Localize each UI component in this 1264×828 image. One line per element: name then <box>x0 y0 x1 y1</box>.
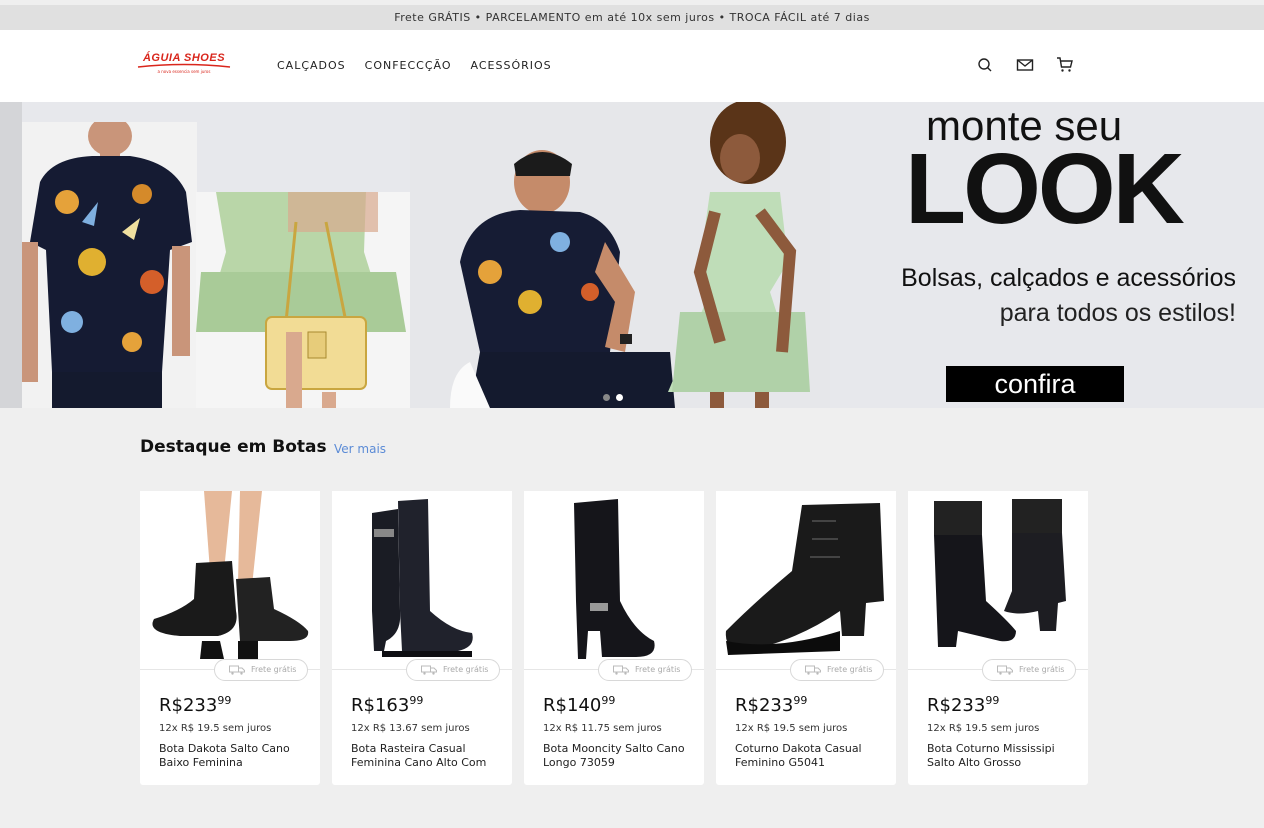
price-main: R$233 <box>159 695 218 716</box>
free-shipping-badge: Frete grátis <box>406 659 500 681</box>
product-price: R$16399 <box>351 694 424 716</box>
promo-bar: Frete GRÁTIS • PARCELAMENTO em até 10x s… <box>0 5 1264 30</box>
truck-icon <box>229 665 245 675</box>
boot-photo-2 <box>332 491 512 669</box>
man-floral-shirt-photo <box>22 122 197 408</box>
product-price: R$23399 <box>159 694 232 716</box>
site-header: ÁGUIA SHOES a nova essencia sem juros CA… <box>0 30 1264 102</box>
installments: 12x R$ 11.75 sem juros <box>543 723 662 734</box>
product-name[interactable]: Bota Coturno Mississipi Salto Alto Gross… <box>927 742 1077 770</box>
installments: 12x R$ 19.5 sem juros <box>735 723 848 734</box>
free-shipping-badge: Frete grátis <box>214 659 308 681</box>
truck-icon <box>421 665 437 675</box>
ver-mais-link[interactable]: Ver mais <box>334 442 386 456</box>
hero-banner[interactable]: monte seu LOOK Bolsas, calçados e acessó… <box>0 102 1264 408</box>
nav-item-calcados[interactable]: CALÇADOS <box>277 59 346 72</box>
hero-cta-button[interactable]: confira <box>946 366 1124 402</box>
product-image[interactable] <box>524 491 704 669</box>
installments: 12x R$ 13.67 sem juros <box>351 723 470 734</box>
free-shipping-badge: Frete grátis <box>598 659 692 681</box>
product-card[interactable]: Frete grátis R$23399 12x R$ 19.5 sem jur… <box>908 491 1088 785</box>
hero-title-line2: LOOK <box>905 133 1185 245</box>
nav-item-confeccao[interactable]: CONFECCÇÃO <box>365 59 452 72</box>
cart-icon[interactable] <box>1056 56 1074 74</box>
boot-photo-3 <box>524 491 704 669</box>
truck-icon <box>613 665 629 675</box>
product-price: R$23399 <box>735 694 808 716</box>
truck-icon <box>997 665 1013 675</box>
brand-logo[interactable]: ÁGUIA SHOES a nova essencia sem juros <box>136 52 232 78</box>
free-shipping-badge: Frete grátis <box>790 659 884 681</box>
installments: 12x R$ 19.5 sem juros <box>927 723 1040 734</box>
mail-icon[interactable] <box>1016 56 1034 74</box>
main-nav: CALÇADOS CONFECCÇÃO ACESSÓRIOS <box>277 59 552 72</box>
product-card[interactable]: Frete grátis R$16399 12x R$ 13.67 sem ju… <box>332 491 512 785</box>
nav-item-acessorios[interactable]: ACESSÓRIOS <box>471 59 552 72</box>
carousel-dot-2[interactable] <box>616 394 623 401</box>
header-actions <box>976 56 1074 74</box>
product-price: R$14099 <box>543 694 616 716</box>
product-card[interactable]: Frete grátis R$23399 12x R$ 19.5 sem jur… <box>140 491 320 785</box>
price-main: R$163 <box>351 695 410 716</box>
price-cents: 99 <box>793 694 808 707</box>
shipping-label: Frete grátis <box>1019 665 1065 674</box>
boot-photo-5 <box>908 491 1088 669</box>
brand-tagline: a nova essencia sem juros <box>157 69 211 74</box>
couple-photo <box>410 102 830 408</box>
price-main: R$140 <box>543 695 602 716</box>
shipping-label: Frete grátis <box>635 665 681 674</box>
product-card[interactable]: Frete grátis R$14099 12x R$ 11.75 sem ju… <box>524 491 704 785</box>
shipping-label: Frete grátis <box>251 665 297 674</box>
free-shipping-badge: Frete grátis <box>982 659 1076 681</box>
product-image[interactable] <box>716 491 896 669</box>
carousel-dot-1[interactable] <box>603 394 610 401</box>
price-cents: 99 <box>601 694 616 707</box>
price-cents: 99 <box>217 694 232 707</box>
product-name[interactable]: Bota Mooncity Salto Cano Longo 73059 <box>543 742 693 770</box>
woman-green-dress-bag-photo <box>196 192 410 408</box>
product-name[interactable]: Bota Rasteira Casual Feminina Cano Alto … <box>351 742 501 770</box>
product-image[interactable] <box>140 491 320 669</box>
price-cents: 99 <box>985 694 1000 707</box>
product-name[interactable]: Coturno Dakota Casual Feminino G5041 <box>735 742 885 770</box>
carousel-dots <box>603 394 623 401</box>
product-image[interactable] <box>332 491 512 669</box>
section-title: Destaque em Botas <box>140 437 327 457</box>
search-icon[interactable] <box>976 56 994 74</box>
product-card[interactable]: Frete grátis R$23399 12x R$ 19.5 sem jur… <box>716 491 896 785</box>
price-main: R$233 <box>927 695 986 716</box>
boot-photo-1 <box>140 491 320 669</box>
shipping-label: Frete grátis <box>827 665 873 674</box>
shipping-label: Frete grátis <box>443 665 489 674</box>
product-name[interactable]: Bota Dakota Salto Cano Baixo Feminina <box>159 742 309 770</box>
product-image[interactable] <box>908 491 1088 669</box>
truck-icon <box>805 665 821 675</box>
price-main: R$233 <box>735 695 794 716</box>
installments: 12x R$ 19.5 sem juros <box>159 723 272 734</box>
product-price: R$23399 <box>927 694 1000 716</box>
hero-subtitle-line1: Bolsas, calçados e acessórios <box>901 264 1236 292</box>
hero-edge <box>0 102 22 408</box>
price-cents: 99 <box>409 694 424 707</box>
boot-photo-4 <box>716 491 896 669</box>
hero-subtitle-line2: para todos os estilos! <box>999 299 1236 327</box>
